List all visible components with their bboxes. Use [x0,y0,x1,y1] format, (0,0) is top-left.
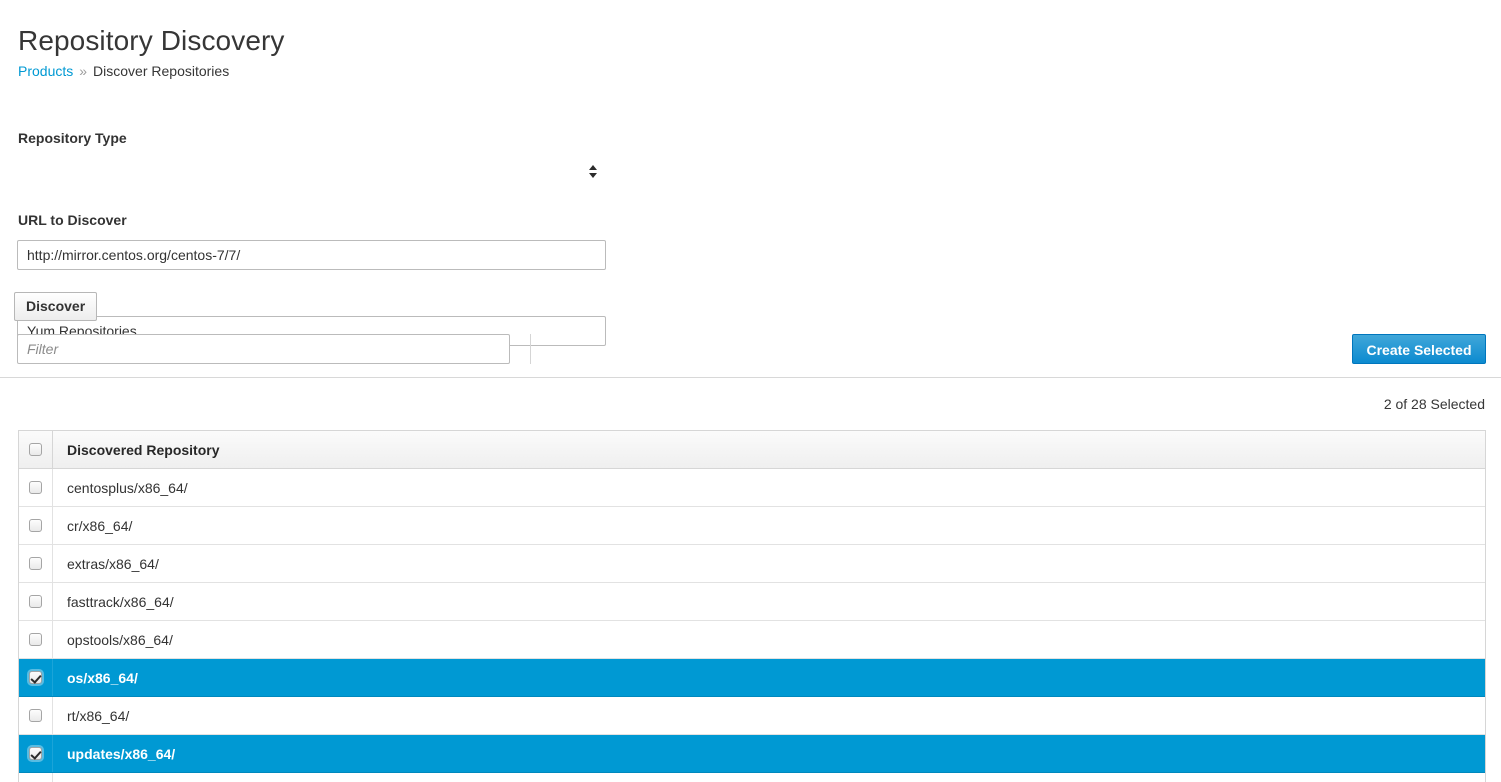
repository-name: rt/x86_64/ [67,707,130,724]
column-header-discovered-repository: Discovered Repository [67,441,220,458]
row-select-cell[interactable] [19,507,53,544]
repository-name: os/x86_64/ [67,669,138,686]
select-all-cell[interactable] [19,431,53,468]
table-row[interactable]: os/x86_64/ [19,659,1485,697]
table-row[interactable]: opstools/x86_64/ [19,621,1485,659]
row-select-checkbox[interactable] [29,519,42,532]
row-select-checkbox[interactable] [29,671,42,684]
row-select-cell[interactable] [19,735,53,772]
table-row[interactable]: rt/x86_64/ [19,697,1485,735]
row-select-checkbox[interactable] [29,709,42,722]
selected-count-label: 2 of 28 Selected [1383,396,1485,412]
breadcrumb-link-products[interactable]: Products [18,63,73,79]
table-row[interactable]: cr/x86_64/ [19,507,1485,545]
repository-name: extras/x86_64/ [67,555,159,572]
url-to-discover-input[interactable] [17,240,606,270]
table-row[interactable] [19,773,1485,782]
page-title: Repository Discovery [18,24,285,56]
breadcrumb: Products » Discover Repositories [18,63,229,79]
filter-input[interactable] [17,334,510,364]
row-select-checkbox[interactable] [29,481,42,494]
row-select-cell[interactable] [19,659,53,696]
repository-name: opstools/x86_64/ [67,631,173,648]
repository-type-select-wrapper[interactable]: Yum Repositories [17,158,606,346]
section-divider [0,377,1501,378]
url-to-discover-label: URL to Discover [18,212,127,228]
row-select-cell[interactable] [19,697,53,734]
table-body: centosplus/x86_64/cr/x86_64/extras/x86_6… [19,469,1485,782]
create-selected-button[interactable]: Create Selected [1352,334,1486,364]
breadcrumb-separator-icon: » [79,63,88,79]
repository-type-label: Repository Type [18,130,127,146]
discover-button[interactable]: Discover [14,292,98,321]
repository-name: cr/x86_64/ [67,517,133,534]
toolbar-divider [530,334,531,364]
repository-name: centosplus/x86_64/ [67,479,188,496]
row-select-checkbox[interactable] [29,747,42,760]
row-select-cell[interactable] [19,469,53,506]
row-select-cell[interactable] [19,621,53,658]
select-stepper-icon [588,165,597,181]
table-row[interactable]: extras/x86_64/ [19,545,1485,583]
table-header-row: Discovered Repository [19,431,1485,469]
repository-discovery-page: Repository Discovery Products » Discover R… [0,0,1501,782]
table-row[interactable]: fasttrack/x86_64/ [19,583,1485,621]
repository-name: fasttrack/x86_64/ [67,593,174,610]
table-row[interactable]: centosplus/x86_64/ [19,469,1485,507]
row-select-checkbox[interactable] [29,633,42,646]
discovered-repositories-table: Discovered Repository centosplus/x86_64/… [18,430,1486,782]
row-select-cell[interactable] [19,545,53,582]
row-select-checkbox[interactable] [29,595,42,608]
row-select-cell[interactable] [19,583,53,620]
table-row[interactable]: updates/x86_64/ [19,735,1485,773]
select-all-checkbox[interactable] [29,443,42,456]
repository-name: updates/x86_64/ [67,745,176,762]
row-select-checkbox[interactable] [29,557,42,570]
row-select-cell[interactable] [19,773,53,782]
breadcrumb-current: Discover Repositories [93,63,230,79]
